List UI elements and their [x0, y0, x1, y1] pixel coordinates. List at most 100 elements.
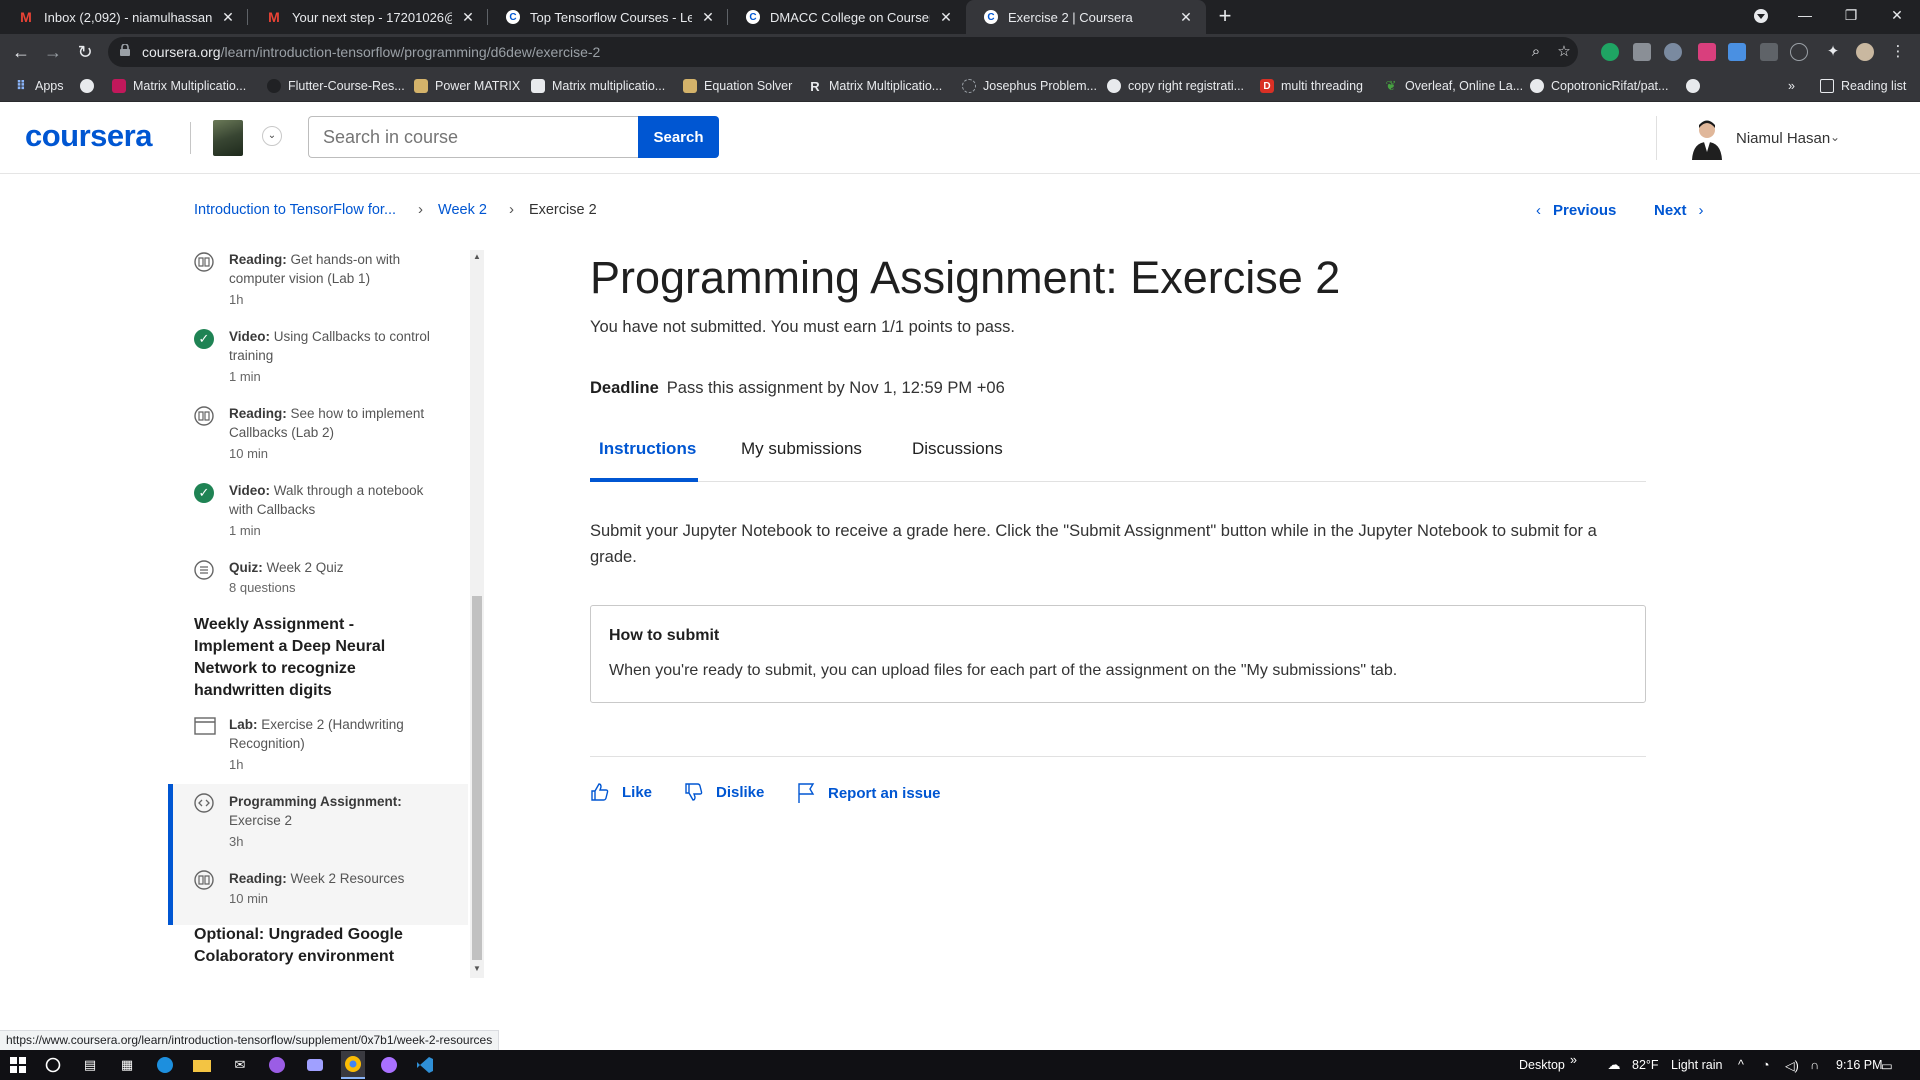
reading-list-button[interactable]: Reading list [1820, 77, 1906, 95]
pen-extension-icon[interactable] [1790, 43, 1808, 61]
browser-tab[interactable]: M Your next step - 17201026@uap- ✕ [248, 0, 488, 34]
chevron-down-icon[interactable]: ⌄ [262, 126, 282, 146]
bookmark-item[interactable] [80, 77, 101, 95]
browser-tab[interactable]: M Inbox (2,092) - niamulhassan64@ ✕ [0, 0, 248, 34]
menu-kebab-icon[interactable]: ⋮ [1888, 42, 1908, 62]
close-icon[interactable]: ✕ [700, 9, 716, 26]
tab-discussions[interactable]: Discussions [912, 439, 1003, 459]
notifications-icon[interactable]: ▭ [1881, 1058, 1893, 1073]
bookmark-item[interactable]: Flutter-Course-Res... [267, 77, 405, 95]
profile-indicator-icon[interactable] [1738, 0, 1784, 32]
bookmarks-overflow-button[interactable]: » [1788, 77, 1795, 95]
close-icon[interactable]: ✕ [460, 9, 476, 26]
back-button[interactable]: ← [9, 40, 33, 64]
close-icon[interactable]: ✕ [1178, 9, 1194, 26]
messenger-icon[interactable] [267, 1055, 287, 1075]
sidebar-item[interactable]: Reading: See how to implement Callbacks … [168, 404, 468, 476]
tab-my-submissions[interactable]: My submissions [741, 439, 862, 459]
scroll-up-arrow-icon[interactable]: ▲ [472, 252, 482, 261]
bookmark-item[interactable]: Equation Solver [683, 77, 792, 95]
desktop-toolbar-label[interactable]: Desktop [1519, 1058, 1565, 1072]
bookmark-apps[interactable]: ⠿ Apps [14, 77, 64, 95]
search-input[interactable] [308, 116, 638, 158]
extension-icon[interactable] [1664, 43, 1682, 61]
weather-cloud-icon[interactable]: ☁ [1604, 1055, 1624, 1075]
vscode-icon[interactable] [415, 1055, 435, 1075]
sidebar-item[interactable]: Reading: Week 2 Resources 10 min [168, 861, 468, 925]
close-window-button[interactable]: ✕ [1874, 0, 1920, 32]
next-button[interactable]: Next › [1654, 202, 1704, 219]
extension-icon[interactable] [1760, 43, 1778, 61]
headset-icon[interactable]: ∩ [1810, 1058, 1819, 1072]
bookmark-item[interactable]: CopotronicRifat/pat... [1530, 77, 1668, 95]
camera-extension-icon[interactable] [1633, 43, 1651, 61]
windows-start-icon[interactable] [8, 1055, 28, 1075]
restore-button[interactable]: ❐ [1828, 0, 1874, 32]
address-bar[interactable]: coursera.org/learn/introduction-tensorfl… [108, 37, 1578, 67]
tray-overflow-icon[interactable]: ^ [1738, 1058, 1744, 1072]
breadcrumb-course-link[interactable]: Introduction to TensorFlow for... [194, 202, 396, 218]
minimize-button[interactable]: — [1782, 0, 1828, 32]
bookmark-item[interactable]: Josephus Problem... [962, 77, 1097, 95]
sidebar-item[interactable]: Reading: Get hands-on with computer visi… [168, 250, 468, 322]
bookmark-item[interactable]: Matrix multiplicatio... [531, 77, 665, 95]
bookmark-item[interactable]: R Matrix Multiplicatio... [808, 77, 942, 95]
breadcrumb-week-link[interactable]: Week 2 [438, 202, 487, 218]
profile-avatar-icon[interactable] [1856, 43, 1874, 61]
new-tab-button[interactable]: + [1212, 4, 1238, 30]
search-icon[interactable] [43, 1055, 63, 1075]
coursera-logo[interactable]: coursera [25, 118, 152, 154]
chrome-icon[interactable] [341, 1051, 365, 1079]
edge-icon[interactable] [155, 1055, 175, 1075]
sidebar-item[interactable]: Lab: Exercise 2 (Handwriting Recognition… [168, 715, 468, 787]
download-extension-icon[interactable] [1728, 43, 1746, 61]
sidebar-item-active[interactable]: Programming Assignment: Exercise 2 3h [168, 784, 468, 861]
app-icon[interactable] [305, 1055, 325, 1075]
user-name[interactable]: Niamul Hasan [1736, 130, 1830, 147]
bookmark-item[interactable]: Matrix Multiplicatio... [112, 77, 246, 95]
task-view-icon[interactable]: ▤ [80, 1055, 100, 1075]
report-issue-button[interactable]: Report an issue [796, 782, 941, 804]
chevron-up-icon[interactable]: » [1570, 1053, 1577, 1067]
puzzle-extensions-icon[interactable]: ✦ [1823, 42, 1843, 62]
bookmark-item[interactable] [1686, 77, 1707, 95]
forward-button[interactable]: → [41, 40, 65, 64]
browser-tab[interactable]: C DMACC College on Coursera | Co ✕ [728, 0, 966, 34]
dislike-button[interactable]: Dislike [684, 782, 764, 802]
scroll-down-arrow-icon[interactable]: ▼ [472, 964, 482, 973]
sidebar-item[interactable]: Quiz: Week 2 Quiz 8 questions [168, 558, 468, 614]
reload-button[interactable]: ↻ [73, 40, 97, 64]
mail-icon[interactable]: ✉ [230, 1055, 250, 1075]
sidebar-section-heading[interactable]: Weekly Assignment - Implement a Deep Neu… [194, 614, 434, 702]
course-thumbnail[interactable] [213, 120, 243, 156]
weather-condition[interactable]: Light rain [1671, 1058, 1722, 1072]
bookmark-star-icon[interactable]: ☆ [1554, 42, 1574, 62]
file-explorer-icon[interactable] [192, 1055, 212, 1075]
previous-button[interactable]: ‹ Previous [1536, 202, 1616, 219]
zoom-icon[interactable]: ⌕ [1526, 42, 1546, 62]
like-button[interactable]: Like [590, 782, 652, 802]
close-icon[interactable]: ✕ [220, 9, 236, 26]
chevron-down-icon[interactable]: ⌄ [1830, 130, 1840, 144]
grammarly-extension-icon[interactable] [1601, 43, 1619, 61]
close-icon[interactable]: ✕ [938, 9, 954, 26]
calculator-icon[interactable]: ▦ [117, 1055, 137, 1075]
wifi-icon[interactable]: ◔ [1762, 1058, 1770, 1072]
bookmark-item[interactable]: Dmulti threading [1260, 77, 1363, 95]
sidebar-item[interactable]: ✓ Video: Using Callbacks to control trai… [168, 327, 468, 399]
sidebar-item[interactable]: ✓ Video: Walk through a notebook with Ca… [168, 481, 468, 553]
tab-instructions[interactable]: Instructions [599, 439, 696, 459]
sidebar-section-heading[interactable]: Optional: Ungraded Google Colaboratory e… [194, 924, 434, 968]
browser-tab-active[interactable]: C Exercise 2 | Coursera ✕ [966, 0, 1206, 34]
bookmark-item[interactable]: Power MATRIX [414, 77, 520, 95]
bookmark-item[interactable]: copy right registrati... [1107, 77, 1244, 95]
app-icon[interactable] [379, 1055, 399, 1075]
browser-tab[interactable]: C Top Tensorflow Courses - Learn T ✕ [488, 0, 728, 34]
temperature[interactable]: 82°F [1632, 1058, 1659, 1072]
bookmark-item[interactable]: ❦ Overleaf, Online La... [1384, 77, 1524, 95]
volume-icon[interactable]: ◁) [1785, 1058, 1799, 1073]
clock-time[interactable]: 9:16 PM [1836, 1058, 1883, 1072]
sidebar-scroll-thumb[interactable] [472, 596, 482, 960]
avatar[interactable] [1688, 118, 1726, 160]
search-button[interactable]: Search [638, 116, 719, 158]
